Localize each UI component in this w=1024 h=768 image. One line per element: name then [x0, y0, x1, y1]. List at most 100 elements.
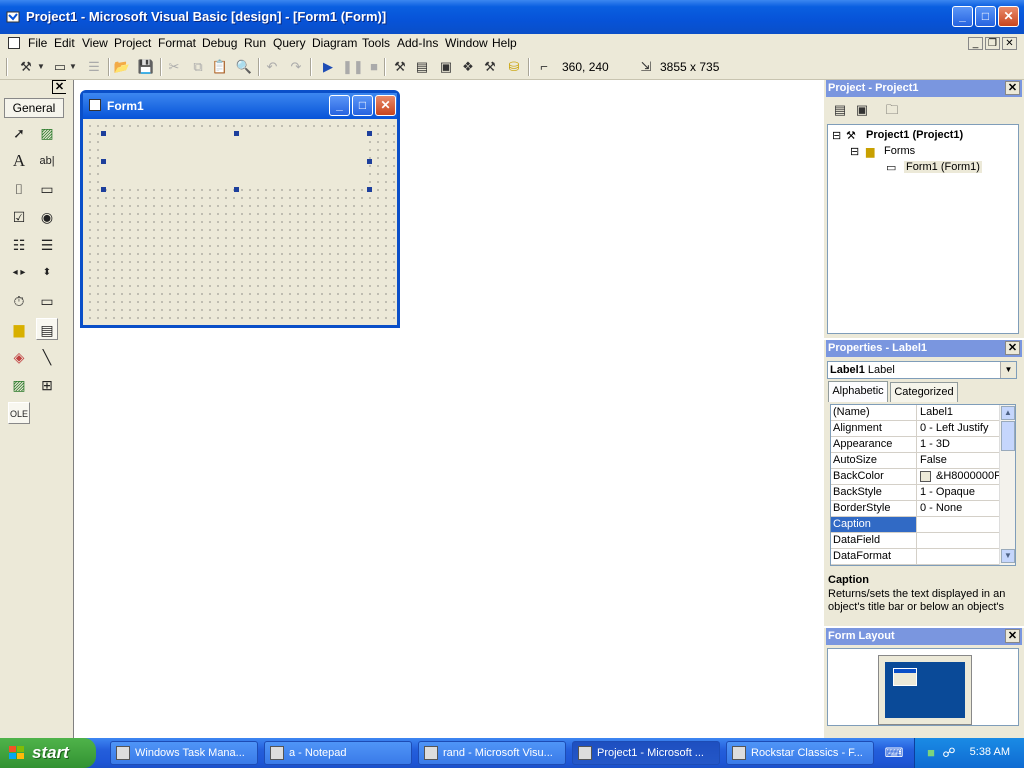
menu-query[interactable]: Query [273, 36, 306, 50]
chevron-down-icon[interactable]: ▼ [68, 57, 78, 77]
menu-window[interactable]: Window [445, 36, 488, 50]
find-icon[interactable]: 🔍 [234, 57, 254, 77]
add-project-icon[interactable]: ⚒ [16, 57, 36, 77]
undo-icon[interactable]: ↶ [262, 57, 282, 77]
view-code-icon[interactable]: ▤ [830, 100, 850, 120]
scroll-thumb[interactable] [1001, 421, 1015, 451]
menu-edit[interactable]: Edit [54, 36, 75, 50]
property-row[interactable]: DataField [831, 533, 999, 549]
toolbox-splitter[interactable] [66, 80, 74, 738]
property-value[interactable]: False [918, 453, 999, 468]
resize-handle[interactable] [101, 187, 106, 192]
dirlistbox-tool-icon[interactable]: ▆ [8, 318, 30, 340]
property-row[interactable]: DataFormat [831, 549, 999, 565]
start-icon[interactable]: ▶ [318, 57, 338, 77]
property-row[interactable]: AutoSize False [831, 453, 999, 469]
property-row-selected[interactable]: Caption [831, 517, 999, 533]
view-object-icon[interactable]: ▣ [852, 100, 872, 120]
listbox-tool-icon[interactable]: ☰ [36, 234, 58, 256]
menu-project[interactable]: Project [114, 36, 151, 50]
property-row[interactable]: Alignment 0 - Left Justify [831, 421, 999, 437]
tab-categorized[interactable]: Categorized [890, 382, 958, 402]
mdi-restore-button[interactable]: ❐ [985, 37, 1000, 50]
menu-run[interactable]: Run [244, 36, 266, 50]
taskbar-item-rand-vb[interactable]: rand - Microsoft Visu... [418, 741, 566, 765]
taskbar-clock[interactable]: 5:38 AM [970, 746, 1010, 758]
tree-project-root[interactable]: Project1 (Project1) [866, 129, 963, 141]
label1-control[interactable] [103, 133, 369, 189]
textbox-tool-icon[interactable]: ab| [36, 150, 58, 172]
menu-format[interactable]: Format [158, 36, 196, 50]
chevron-down-icon[interactable]: ▼ [1000, 362, 1016, 378]
menu-add-ins[interactable]: Add-Ins [397, 36, 438, 50]
property-value[interactable] [918, 549, 999, 564]
line-tool-icon[interactable]: ╲ [36, 346, 58, 368]
taskbar-item-task-manager[interactable]: Windows Task Mana... [110, 741, 258, 765]
filelistbox-tool-icon[interactable]: ▤ [36, 318, 58, 340]
menu-tools[interactable]: Tools [362, 36, 390, 50]
property-value[interactable]: 0 - None [918, 501, 999, 516]
form-position-thumbnail[interactable] [893, 668, 917, 686]
label-tool-icon[interactable]: A [8, 150, 30, 172]
property-row[interactable]: Appearance 1 - 3D [831, 437, 999, 453]
property-value[interactable] [918, 517, 999, 532]
chevron-down-icon[interactable]: ▼ [36, 57, 46, 77]
cut-icon[interactable]: ✂ [164, 57, 184, 77]
tray-app-icon[interactable]: ■ [921, 743, 941, 763]
close-button[interactable]: ✕ [998, 6, 1019, 27]
property-value[interactable]: 0 - Left Justify [918, 421, 999, 436]
taskbar-item-rockstar[interactable]: Rockstar Classics - F... [726, 741, 874, 765]
resize-handle[interactable] [367, 131, 372, 136]
toggle-folders-icon[interactable]: 🗀 [882, 100, 902, 120]
toolbox-general-tab[interactable]: General [4, 98, 64, 118]
minimize-button[interactable]: _ [952, 6, 973, 27]
frame-tool-icon[interactable]: ⌷ [8, 178, 30, 200]
menu-view[interactable]: View [82, 36, 108, 50]
project-panel-close-button[interactable]: ✕ [1005, 81, 1020, 95]
form1-maximize-button[interactable]: □ [352, 95, 373, 116]
add-form-icon[interactable]: ▭ [50, 57, 70, 77]
shape-tool-icon[interactable]: ◈ [8, 346, 30, 368]
property-value[interactable]: 1 - Opaque [918, 485, 999, 500]
properties-panel-close-button[interactable]: ✕ [1005, 341, 1020, 355]
tree-expander[interactable]: ⊟ [832, 129, 841, 142]
object-selector[interactable]: Label1 Label ▼ [827, 361, 1017, 379]
tray-network-icon[interactable]: ☍ [939, 743, 959, 763]
form1-client-area[interactable] [83, 119, 397, 325]
keyboard-icon[interactable]: ⌨ [884, 743, 904, 763]
paste-icon[interactable]: 📋 [210, 57, 230, 77]
tree-forms-folder[interactable]: Forms [884, 145, 915, 157]
data-view-icon[interactable]: ⛁ [504, 57, 524, 77]
copy-icon[interactable]: ⧉ [188, 57, 208, 77]
property-row[interactable]: BackStyle 1 - Opaque [831, 485, 999, 501]
toolbox-close-button[interactable]: ✕ [52, 80, 67, 94]
menu-editor-icon[interactable]: ☰ [84, 57, 104, 77]
save-icon[interactable]: 💾 [136, 57, 156, 77]
menu-file[interactable]: File [28, 36, 47, 50]
image-tool-icon[interactable]: ▨ [8, 374, 30, 396]
open-folder-icon[interactable]: 📂 [112, 57, 132, 77]
drivelistbox-tool-icon[interactable]: ▭ [36, 290, 58, 312]
mdi-minimize-button[interactable]: _ [968, 37, 983, 50]
vscrollbar-tool-icon[interactable]: ⬍ [36, 262, 58, 284]
property-row[interactable]: BackColor &H8000000F [831, 469, 999, 485]
taskbar-item-notepad[interactable]: a - Notepad [264, 741, 412, 765]
ole-tool-icon[interactable]: OLE [8, 402, 30, 424]
start-button[interactable]: start [0, 738, 96, 768]
combobox-tool-icon[interactable]: ☷ [8, 234, 30, 256]
optionbutton-tool-icon[interactable]: ◉ [36, 206, 58, 228]
form1-designer-window[interactable]: Form1 _ □ ✕ [80, 90, 400, 328]
menu-debug[interactable]: Debug [202, 36, 237, 50]
resize-handle[interactable] [101, 131, 106, 136]
picturebox-tool-icon[interactable]: ▨ [36, 122, 58, 144]
properties-window-icon[interactable]: ▤ [412, 57, 432, 77]
break-icon[interactable]: ❚❚ [342, 57, 364, 77]
timer-tool-icon[interactable]: ⏱ [8, 290, 30, 312]
resize-handle[interactable] [234, 131, 239, 136]
property-row[interactable]: BorderStyle 0 - None [831, 501, 999, 517]
property-value[interactable] [918, 533, 999, 548]
properties-scrollbar[interactable]: ▲ ▼ [999, 405, 1015, 565]
form-layout-icon[interactable]: ▣ [436, 57, 456, 77]
menu-diagram[interactable]: Diagram [312, 36, 357, 50]
maximize-button[interactable]: □ [975, 6, 996, 27]
